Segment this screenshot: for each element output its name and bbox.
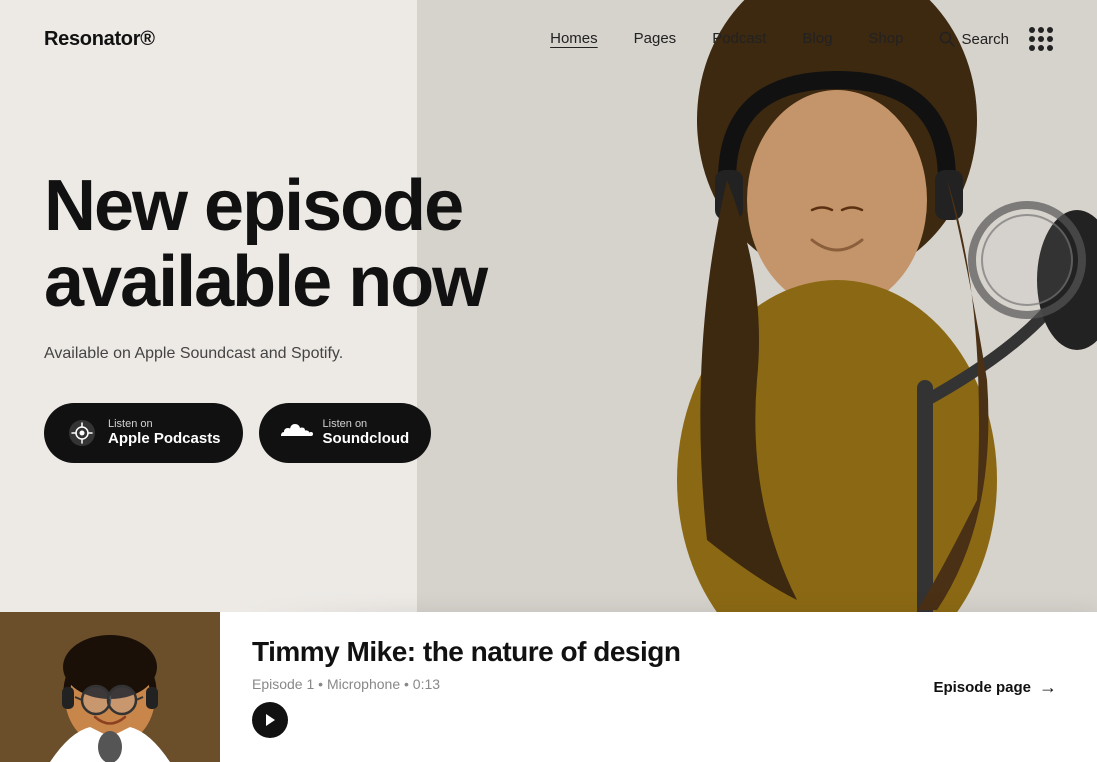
soundcloud-text: Listen on Soundcloud bbox=[323, 418, 410, 447]
hero-title: New episode available now bbox=[44, 169, 606, 320]
soundcloud-listen-label: Listen on bbox=[323, 418, 410, 430]
apple-podcasts-text: Listen on Apple Podcasts bbox=[108, 418, 221, 447]
nav-item-shop[interactable]: Shop bbox=[868, 30, 903, 48]
episode-meta: Episode 1 • Microphone • 0:13 bbox=[252, 676, 861, 692]
nav-link-shop[interactable]: Shop bbox=[868, 30, 903, 47]
episode-page-label: Episode page bbox=[933, 679, 1031, 696]
apple-podcasts-listen-label: Listen on bbox=[108, 418, 221, 430]
play-button[interactable] bbox=[252, 702, 288, 738]
arrow-right-icon: → bbox=[1039, 677, 1057, 698]
episode-thumbnail bbox=[0, 612, 220, 762]
nav-item-blog[interactable]: Blog bbox=[802, 30, 832, 48]
navigation: Resonator® Homes Pages Podcast Blog Shop… bbox=[0, 0, 1097, 78]
grid-menu-icon[interactable] bbox=[1029, 27, 1053, 51]
nav-item-podcast[interactable]: Podcast bbox=[712, 30, 766, 48]
apple-podcasts-button[interactable]: Listen on Apple Podcasts bbox=[44, 403, 243, 463]
episode-title: Timmy Mike: the nature of design bbox=[252, 636, 861, 668]
episode-page-link[interactable]: Episode page → bbox=[893, 612, 1097, 762]
hero-cta-buttons: Listen on Apple Podcasts Listen on Sound… bbox=[44, 403, 606, 463]
hero-content: New episode available now Available on A… bbox=[0, 0, 650, 612]
nav-links: Homes Pages Podcast Blog Shop bbox=[550, 30, 903, 48]
episode-info: Timmy Mike: the nature of design Episode… bbox=[220, 612, 893, 762]
episode-play-area bbox=[252, 702, 861, 738]
search-icon bbox=[939, 31, 955, 47]
soundcloud-button[interactable]: Listen on Soundcloud bbox=[259, 403, 432, 463]
soundcloud-icon bbox=[281, 417, 313, 449]
hero-subtitle: Available on Apple Soundcast and Spotify… bbox=[44, 345, 606, 363]
nav-item-pages[interactable]: Pages bbox=[634, 30, 677, 48]
soundcloud-platform-label: Soundcloud bbox=[323, 430, 410, 447]
brand-logo[interactable]: Resonator® bbox=[44, 28, 155, 51]
search-label: Search bbox=[961, 31, 1009, 48]
hero-section: New episode available now Available on A… bbox=[0, 0, 1097, 612]
nav-link-pages[interactable]: Pages bbox=[634, 30, 677, 47]
apple-podcasts-platform-label: Apple Podcasts bbox=[108, 430, 221, 447]
episode-thumbnail-image bbox=[0, 612, 220, 762]
search-button[interactable]: Search bbox=[939, 31, 1009, 48]
nav-link-homes[interactable]: Homes bbox=[550, 30, 598, 47]
nav-link-podcast[interactable]: Podcast bbox=[712, 30, 766, 47]
nav-link-blog[interactable]: Blog bbox=[802, 30, 832, 47]
play-icon bbox=[264, 713, 276, 727]
episode-card: Timmy Mike: the nature of design Episode… bbox=[0, 612, 1097, 762]
apple-podcasts-icon bbox=[66, 417, 98, 449]
nav-item-homes[interactable]: Homes bbox=[550, 30, 598, 48]
